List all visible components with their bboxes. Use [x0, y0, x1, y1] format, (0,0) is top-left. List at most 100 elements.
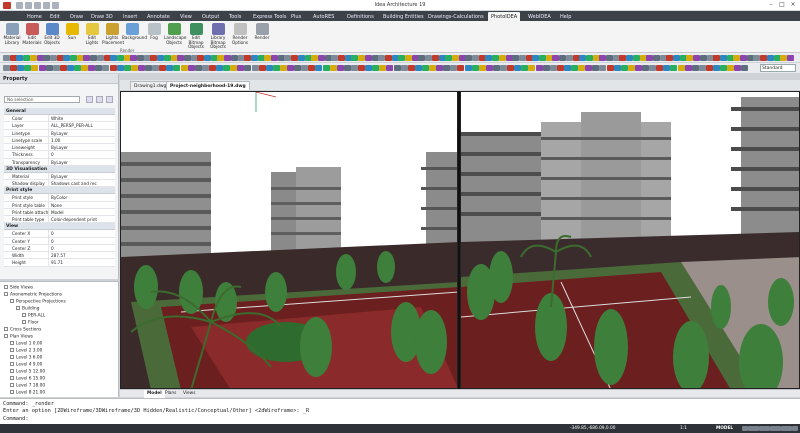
toolbar-tool-100-icon[interactable] — [705, 65, 713, 71]
ribbon-tab-help[interactable]: Help — [557, 12, 574, 21]
tree-item[interactable]: Level 3 6.00 — [10, 355, 42, 362]
ribbon-btn-material-library[interactable]: Material Library — [2, 23, 22, 48]
property-row[interactable]: Center Y0 — [4, 237, 115, 245]
toolbar-tool-74-icon[interactable] — [521, 65, 529, 71]
property-section-view[interactable]: View — [4, 223, 115, 231]
ribbon-tab-photoidea[interactable]: PhotoIDEA — [488, 12, 521, 21]
tree-item[interactable]: Building — [16, 306, 39, 313]
property-value[interactable]: Color-dependent print — [49, 216, 115, 222]
toolbar-tool-90-icon[interactable] — [634, 65, 642, 71]
toolbar-tool-80-icon[interactable] — [563, 65, 571, 71]
property-row[interactable]: Lineweight ByLayer — [4, 144, 115, 152]
toolbar-tool-93-icon[interactable] — [656, 65, 664, 71]
toolbar-tool-12-icon[interactable] — [81, 65, 89, 71]
toolbar-tool-86-icon[interactable] — [606, 65, 614, 71]
tree-expander-icon[interactable] — [22, 320, 26, 324]
toolbar-tool-21-icon[interactable] — [145, 65, 152, 71]
toolbar-tool-75-icon[interactable] — [498, 55, 506, 61]
ribbon-btn-edit-lights[interactable]: Edit Lights — [82, 23, 102, 48]
toolbar-tool-36-icon[interactable] — [251, 65, 259, 71]
toolbar-tool-22-icon[interactable] — [152, 65, 160, 71]
tree-item[interactable]: Level 4 9.00 — [10, 362, 42, 369]
toolbar-tool-44-icon[interactable] — [308, 65, 316, 71]
toolbar-tool-97-icon[interactable] — [684, 65, 692, 71]
toolbar-tool-58-icon[interactable] — [384, 55, 392, 61]
toolbar-tool-32-icon[interactable] — [223, 65, 231, 71]
ribbon-tab-building-entities[interactable]: Building Entities — [380, 12, 427, 21]
property-section-3d-visualisation[interactable]: 3D Visualisation — [4, 165, 115, 173]
toolbar-tool-47-icon[interactable] — [329, 65, 337, 71]
toolbar-tool-101-icon[interactable] — [713, 65, 720, 71]
toolbar-tool-85-icon[interactable] — [565, 55, 573, 61]
ribbon-btn-edit-bitmap-objects[interactable]: Edit Bitmap Objects — [186, 23, 206, 49]
toolbar-tool-98-icon[interactable] — [691, 65, 699, 71]
toolbar-tool-55-icon[interactable] — [386, 65, 394, 71]
toolbar-tool-14-icon[interactable] — [95, 65, 103, 71]
toolbar-tool-39-icon[interactable] — [272, 65, 280, 71]
tree-item[interactable]: Level 1 0.00 — [10, 341, 42, 348]
toolbar-tool-81-icon[interactable] — [571, 65, 578, 71]
tree-expander-icon[interactable] — [10, 369, 14, 373]
ribbon-tab-drawings-calculations[interactable]: Drawings-Calculations — [425, 12, 487, 21]
toolbar-tool-85-icon[interactable] — [599, 65, 607, 71]
toolbar-tool-55-icon[interactable] — [364, 55, 372, 61]
ribbon-tab-home[interactable]: Home — [24, 12, 45, 21]
toolbar-tool-6-icon[interactable] — [38, 65, 46, 71]
property-value[interactable]: 287.57 — [49, 252, 115, 258]
toolbar-tool-3-icon[interactable] — [17, 65, 25, 71]
property-row[interactable]: Print style table None — [4, 201, 115, 209]
toolbar-tool-59-icon[interactable] — [414, 65, 422, 71]
toolbar-tool-56-icon[interactable] — [393, 65, 401, 71]
property-value[interactable]: 0 — [49, 245, 115, 251]
toolbar-tool-82-icon[interactable] — [578, 65, 586, 71]
ribbon-tab-autores[interactable]: AutoRES — [310, 12, 337, 21]
toolbar-tool-53-icon[interactable] — [372, 65, 380, 71]
property-value[interactable]: 0 — [49, 238, 115, 244]
toolbar-tool-63-icon[interactable] — [443, 65, 451, 71]
toolbar-tool-8-icon[interactable] — [49, 55, 57, 61]
toolbar-tool-41-icon[interactable] — [271, 55, 278, 61]
toolbar-tool-69-icon[interactable] — [485, 65, 493, 71]
toolbar-tool-65-icon[interactable] — [431, 55, 439, 61]
tree-item[interactable]: PER-ALL — [22, 313, 45, 320]
toolbar-tool-48-icon[interactable] — [317, 55, 325, 61]
ribbon-tab-plus[interactable]: Plus — [288, 12, 304, 21]
toolbar-tool-7-icon[interactable] — [45, 65, 53, 71]
toggle-pickadd-icon[interactable] — [106, 96, 113, 103]
tree-expander-icon[interactable] — [4, 285, 8, 289]
tree-item[interactable]: Level 2 3.00 — [10, 348, 42, 355]
toolbar-tool-33-icon[interactable] — [230, 65, 238, 71]
toolbar-tool-50-icon[interactable] — [350, 65, 358, 71]
toolbar-tool-49-icon[interactable] — [343, 65, 351, 71]
toolbar-tool-57-icon[interactable] — [400, 65, 408, 71]
toolbar-tool-111-icon[interactable] — [740, 55, 747, 61]
toolbar-tool-30-icon[interactable] — [208, 65, 216, 71]
tree-item[interactable]: Level 5 12.00 — [10, 369, 45, 376]
toolbar-tool-87-icon[interactable] — [613, 65, 621, 71]
toolbar-tool-5-icon[interactable] — [29, 55, 37, 61]
property-row[interactable]: Print table attached toModel — [4, 208, 115, 216]
tree-item[interactable]: Level 8 21.00 — [10, 390, 45, 397]
toolbar-tool-45-icon[interactable] — [315, 65, 323, 71]
property-row[interactable]: Width 287.57 — [4, 252, 115, 260]
ribbon-tab-webidea[interactable]: WebIDEA — [525, 12, 554, 21]
viewport-right[interactable] — [460, 91, 800, 389]
command-window[interactable]: Command: _render Enter an option [2DWire… — [0, 398, 800, 424]
ribbon-btn-render-options[interactable]: Render Options — [230, 23, 250, 48]
maximize-icon[interactable]: □ — [777, 1, 787, 10]
toolbar-tool-61-icon[interactable] — [429, 65, 436, 71]
ribbon-tab-view[interactable]: View — [177, 12, 195, 21]
toolbar-tool-71-icon[interactable] — [500, 65, 507, 71]
toolbar-tool-105-icon[interactable] — [741, 65, 749, 71]
toolbar-tool-41-icon[interactable] — [287, 65, 294, 71]
property-value[interactable]: Model — [49, 209, 115, 215]
toolbar-tool-15-icon[interactable] — [96, 55, 104, 61]
text-style-select[interactable]: Standard — [760, 64, 796, 72]
ribbon-btn-edit-materials[interactable]: Edit Materials — [22, 23, 42, 48]
toolbar-tool-96-icon[interactable] — [677, 65, 685, 71]
property-row[interactable]: Linetype scale 1.00 — [4, 136, 115, 144]
toolbar-tool-48-icon[interactable] — [336, 65, 344, 71]
toolbar-tool-28-icon[interactable] — [183, 55, 191, 61]
select-objects-icon[interactable] — [96, 96, 103, 103]
tree-item[interactable]: Plan Views — [4, 334, 33, 341]
